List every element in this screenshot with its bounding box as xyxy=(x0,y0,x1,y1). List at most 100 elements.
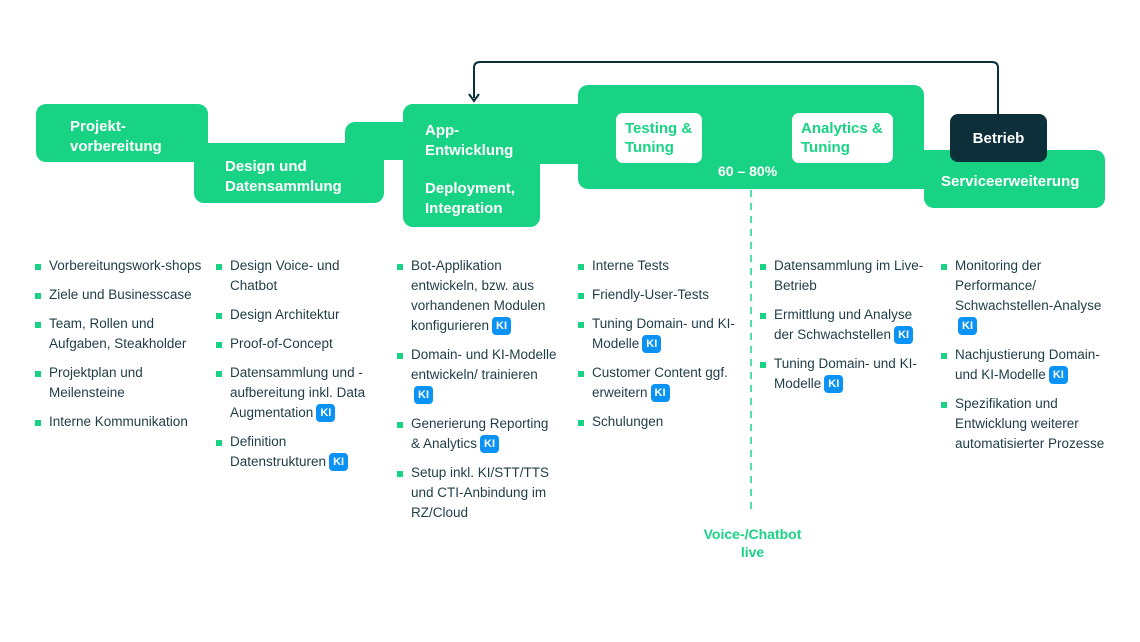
ki-badge: KI xyxy=(824,375,844,393)
task-list-analytics: Datensammlung im Live-Betrieb Ermittlung … xyxy=(760,256,925,403)
list-item-text: Tuning Domain- und KI-Modelle xyxy=(774,356,917,391)
bullet-icon xyxy=(760,264,766,270)
bullet-icon xyxy=(35,371,41,377)
list-item: Ermittlung und Analyse der Schwachstelle… xyxy=(760,305,925,345)
bullet-icon xyxy=(216,264,222,270)
bullet-icon xyxy=(760,313,766,319)
list-item: Projektplan und Meilensteine xyxy=(35,363,207,403)
list-item-text: Definition Datenstrukturen xyxy=(230,434,327,469)
phase-label-design: Design und Datensammlung xyxy=(225,158,342,195)
list-item-text: Projektplan und Meilensteine xyxy=(49,365,143,400)
list-item: Datensammlung und -aufbereitung inkl. Da… xyxy=(216,363,386,423)
phase-box-betrieb: Betrieb xyxy=(950,114,1047,162)
list-item: Interne Tests xyxy=(578,256,743,276)
ki-badge: KI xyxy=(642,335,662,353)
phase-label-projektvorbereitung: Projekt- vorbereitung xyxy=(70,118,162,155)
list-item: Design Architektur xyxy=(216,305,386,325)
task-list-testing: Interne Tests Friendly-User-Tests Tuning D… xyxy=(578,256,743,441)
list-item-text: Friendly-User-Tests xyxy=(592,287,710,302)
bullet-icon xyxy=(941,402,947,408)
bullet-icon xyxy=(397,422,403,428)
list-item-text: Bot-Applikation entwickeln, bzw. aus vor… xyxy=(411,258,546,333)
list-item-text: Interne Kommunikation xyxy=(49,414,188,429)
list-item: Interne Kommunikation xyxy=(35,412,207,432)
list-item-text: Monitoring der Performance/ Schwachstell… xyxy=(955,258,1102,313)
list-item: Definition Datenstrukturen KI xyxy=(216,432,386,472)
phase-label-deployment: Deployment, Integration xyxy=(425,180,516,217)
list-item: Design Voice- und Chatbot xyxy=(216,256,386,296)
list-item: Domain- und KI-Modelle entwickeln/ train… xyxy=(397,345,557,405)
bullet-icon xyxy=(397,264,403,270)
list-item: Spezifikation und Entwicklung weiterer a… xyxy=(941,394,1106,454)
list-item-text: Interne Tests xyxy=(592,258,670,273)
bullet-icon xyxy=(397,471,403,477)
list-item: Friendly-User-Tests xyxy=(578,285,743,305)
bullet-icon xyxy=(578,420,584,426)
ki-badge: KI xyxy=(894,326,914,344)
bullet-icon xyxy=(35,293,41,299)
phase-box-analytics: Analytics & Tuning xyxy=(792,113,893,163)
list-item: Tuning Domain- und KI-Modelle KI xyxy=(760,354,925,394)
ki-badge: KI xyxy=(329,453,349,471)
bullet-icon xyxy=(35,420,41,426)
ki-badge: KI xyxy=(1048,366,1068,384)
task-list-betrieb: Monitoring der Performance/ Schwachstell… xyxy=(941,256,1106,463)
list-item-text: Datensammlung und -aufbereitung inkl. Da… xyxy=(230,365,366,420)
phase-label-service: Serviceerweiterung xyxy=(941,173,1080,190)
list-item: Tuning Domain- und KI-Modelle KI xyxy=(578,314,743,354)
list-item-text: Design Voice- und Chatbot xyxy=(230,258,340,293)
list-item-text: Ziele und Businesscase xyxy=(49,287,192,302)
list-item-text: Vorbereitungswork-shops xyxy=(49,258,202,273)
percentage-label: 60 – 80% xyxy=(718,163,778,179)
milestone-label: Voice-/Chatbot live xyxy=(703,526,802,560)
list-item-text: Team, Rollen und Aufgaben, Steakholder xyxy=(49,316,187,351)
list-item-text: Proof-of-Concept xyxy=(230,336,333,351)
bullet-icon xyxy=(760,362,766,368)
ki-badge: KI xyxy=(414,386,433,404)
list-item-text: Spezifikation und Entwicklung weiterer a… xyxy=(955,396,1105,451)
list-item-text: Ermittlung und Analyse der Schwachstelle… xyxy=(774,307,913,342)
list-item: Generierung Reporting & Analytics KI xyxy=(397,414,557,454)
bullet-icon xyxy=(35,322,41,328)
bullet-icon xyxy=(216,371,222,377)
list-item: Proof-of-Concept xyxy=(216,334,386,354)
bullet-icon xyxy=(216,440,222,446)
bullet-icon xyxy=(397,353,403,359)
task-list-app-deployment: Bot-Applikation entwickeln, bzw. aus vor… xyxy=(397,256,557,532)
bullet-icon xyxy=(941,264,947,270)
list-item: Nachjustierung Domain- und KI-Modelle KI xyxy=(941,345,1106,385)
list-item-text: Domain- und KI-Modelle entwickeln/ train… xyxy=(411,347,557,382)
task-list-projektvorbereitung: Vorbereitungswork-shops Ziele und Busines… xyxy=(35,256,207,441)
bullet-icon xyxy=(941,353,947,359)
process-diagram: Projekt- vorbereitung Design und Datensa… xyxy=(0,0,1140,642)
bullet-icon xyxy=(578,293,584,299)
ki-badge: KI xyxy=(480,435,500,453)
phase-box-testing: Testing & Tuning xyxy=(616,113,702,163)
list-item: Schulungen xyxy=(578,412,743,432)
list-item-text: Design Architektur xyxy=(230,307,340,322)
ki-badge: KI xyxy=(492,317,512,335)
list-item-text: Tuning Domain- und KI-Modelle xyxy=(592,316,735,351)
list-item: Datensammlung im Live-Betrieb xyxy=(760,256,925,296)
ki-badge: KI xyxy=(316,404,336,422)
list-item-text: Setup inkl. KI/STT/TTS und CTI-Anbindung… xyxy=(411,465,550,520)
bullet-icon xyxy=(35,264,41,270)
bullet-icon xyxy=(216,313,222,319)
ki-badge: KI xyxy=(650,384,670,402)
list-item: Ziele und Businesscase xyxy=(35,285,207,305)
list-item: Monitoring der Performance/ Schwachstell… xyxy=(941,256,1106,336)
list-item: Vorbereitungswork-shops xyxy=(35,256,207,276)
list-item: Setup inkl. KI/STT/TTS und CTI-Anbindung… xyxy=(397,463,557,523)
task-list-design: Design Voice- und Chatbot Design Architek… xyxy=(216,256,386,481)
bullet-icon xyxy=(216,342,222,348)
list-item-text: Schulungen xyxy=(592,414,664,429)
bullet-icon xyxy=(578,371,584,377)
list-item: Bot-Applikation entwickeln, bzw. aus vor… xyxy=(397,256,557,336)
list-item-text: Datensammlung im Live-Betrieb xyxy=(774,258,924,293)
bullet-icon xyxy=(578,264,584,270)
list-item-text: Nachjustierung Domain- und KI-Modelle xyxy=(955,347,1100,382)
list-item: Customer Content ggf. erweitern KI xyxy=(578,363,743,403)
ki-badge: KI xyxy=(958,317,977,335)
list-item: Team, Rollen und Aufgaben, Steakholder xyxy=(35,314,207,354)
phase-label-app: App- Entwicklung xyxy=(425,122,514,159)
